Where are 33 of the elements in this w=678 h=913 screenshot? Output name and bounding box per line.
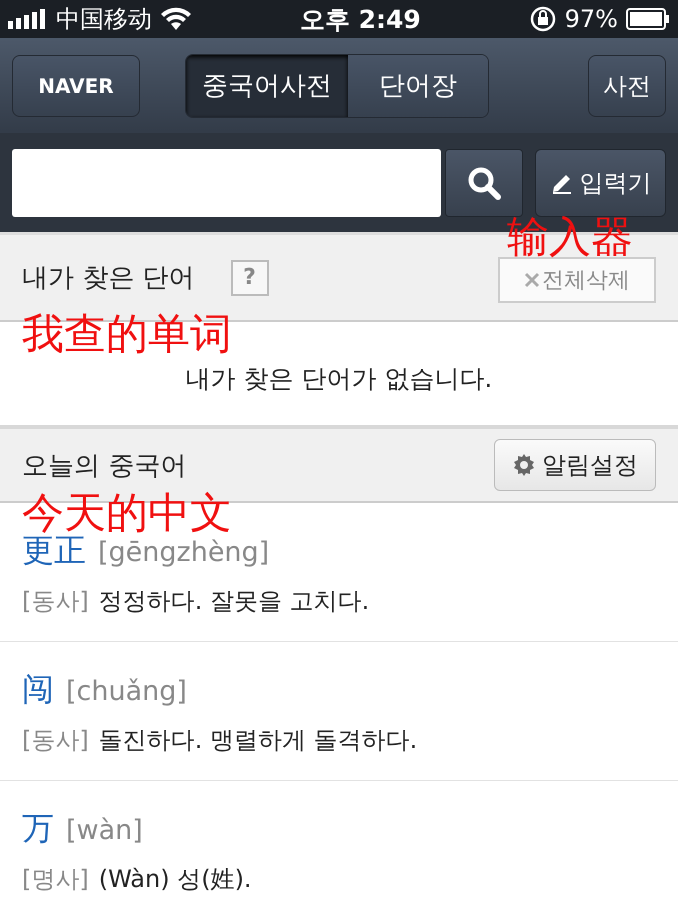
chinese-word-link[interactable]: 万 bbox=[22, 807, 54, 851]
annotation-text: 我查的单词 bbox=[22, 313, 232, 355]
status-time: 오후 2:49 bbox=[300, 4, 421, 36]
part-of-speech: [동사] bbox=[22, 586, 89, 617]
battery-icon bbox=[626, 8, 670, 30]
rotation-lock-icon bbox=[528, 5, 557, 33]
input-method-button[interactable]: 입력기 bbox=[535, 148, 666, 216]
carrier-name: 中国移动 bbox=[56, 4, 152, 35]
pinyin: [wàn] bbox=[66, 815, 143, 846]
part-of-speech: [동사] bbox=[22, 725, 89, 756]
section-title: 내가 찾은 단어 bbox=[22, 262, 195, 295]
section-title: 오늘의 중국어 bbox=[22, 450, 186, 482]
close-icon bbox=[524, 272, 540, 288]
search-button[interactable] bbox=[445, 148, 524, 216]
naver-logo-button[interactable]: NAVER bbox=[12, 54, 140, 116]
pinyin: [gēngzhèng] bbox=[98, 537, 270, 568]
part-of-speech: [명사] bbox=[22, 864, 89, 895]
word-meaning: 정정하다. 잘못을 고치다. bbox=[98, 586, 370, 617]
chinese-word-link[interactable]: 闯 bbox=[22, 668, 54, 712]
search-field[interactable] bbox=[12, 148, 442, 216]
word-meaning: (Wàn) 성(姓). bbox=[98, 864, 252, 895]
annotation-text: 今天的中文 bbox=[22, 492, 232, 534]
nav-tab[interactable]: 중국어사전 bbox=[186, 54, 348, 116]
settings-icon bbox=[512, 453, 536, 477]
word-meaning: 돌진하다. 맹렬하게 돌격하다. bbox=[98, 725, 418, 756]
signal-icon bbox=[8, 9, 48, 29]
alert-settings-button[interactable]: 알림설정 bbox=[494, 439, 656, 491]
pinyin: [chuǎng] bbox=[66, 676, 187, 707]
battery-percent: 97% bbox=[564, 5, 618, 33]
wifi-icon bbox=[160, 7, 192, 31]
empty-message: 내가 찾은 단어가 없습니다. bbox=[186, 363, 492, 395]
dictionary-button[interactable]: 사전 bbox=[588, 54, 666, 116]
search-icon bbox=[466, 164, 502, 200]
